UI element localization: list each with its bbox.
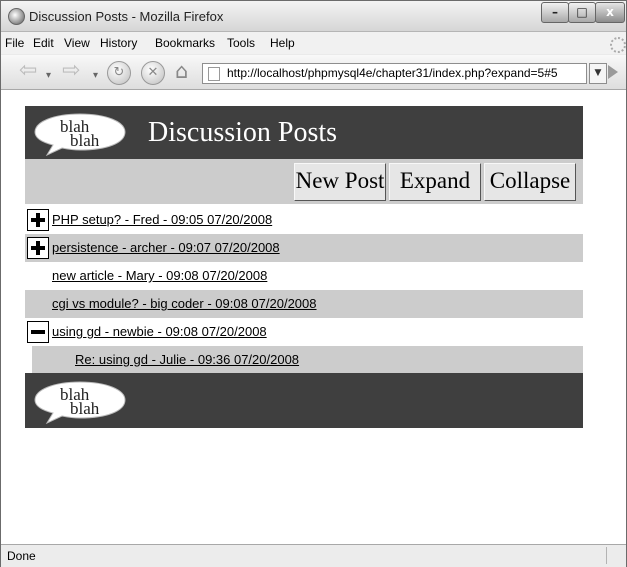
home-icon[interactable]: ⌂ [175, 59, 188, 83]
reply-indent-gap [25, 346, 32, 374]
collapse-minus-icon[interactable] [27, 321, 49, 343]
forward-history-dropdown-icon[interactable]: ▾ [93, 64, 98, 88]
expand-plus-icon[interactable] [27, 237, 49, 259]
post-row: PHP setup? - Fred - 09:05 07/20/2008 [25, 206, 583, 234]
post-row: new article - Mary - 09:08 07/20/2008 [25, 262, 583, 290]
blah-logo: blah blah [33, 112, 127, 156]
header-banner: blah blah Discussion Posts [25, 106, 583, 159]
footer-blah-logo: blah blah [33, 380, 127, 424]
back-history-dropdown-icon[interactable]: ▾ [46, 64, 51, 88]
footer-logo-text-line2: blah [70, 399, 100, 418]
navigation-toolbar: ⇦ ▾ ⇨ ▾ ↻ ✕ ⌂ http://localhost/phpmysql4… [1, 55, 626, 90]
menu-history[interactable]: History [100, 36, 137, 50]
menu-edit[interactable]: Edit [33, 36, 54, 50]
post-row: cgi vs module? - big coder - 09:08 07/20… [25, 290, 583, 318]
menu-tools[interactable]: Tools [227, 36, 255, 50]
new-post-button[interactable]: New Post [294, 163, 386, 201]
post-row-reply: Re: using gd - Julie - 09:36 07/20/2008 [25, 346, 583, 374]
forward-arrow-icon[interactable]: ⇨ [62, 59, 80, 83]
menu-help[interactable]: Help [270, 36, 295, 50]
menu-bar: File Edit View History Bookmarks Tools H… [1, 32, 626, 54]
status-bar: Done [1, 544, 626, 567]
menu-bookmarks[interactable]: Bookmarks [155, 36, 215, 50]
post-link[interactable]: persistence - archer - 09:07 07/20/2008 [52, 240, 280, 255]
throbber-icon [610, 37, 626, 53]
post-row: using gd - newbie - 09:08 07/20/2008 [25, 318, 583, 346]
minimize-button[interactable]: – [541, 2, 569, 23]
go-arrow-icon[interactable] [608, 65, 618, 79]
collapse-button[interactable]: Collapse [484, 163, 576, 201]
maximize-button[interactable]: □ [568, 2, 596, 23]
expand-plus-icon[interactable] [27, 209, 49, 231]
logo-text-line2: blah [70, 131, 100, 150]
menu-view[interactable]: View [64, 36, 90, 50]
post-link[interactable]: new article - Mary - 09:08 07/20/2008 [52, 268, 267, 283]
post-link[interactable]: using gd - newbie - 09:08 07/20/2008 [52, 324, 267, 339]
address-dropdown-icon[interactable]: ▼ [589, 63, 607, 84]
post-link[interactable]: cgi vs module? - big coder - 09:08 07/20… [52, 296, 317, 311]
address-bar[interactable]: http://localhost/phpmysql4e/chapter31/in… [202, 63, 587, 84]
firefox-icon [8, 8, 25, 25]
post-link[interactable]: PHP setup? - Fred - 09:05 07/20/2008 [52, 212, 272, 227]
page-icon [208, 67, 220, 81]
stop-icon[interactable]: ✕ [141, 61, 165, 85]
post-link[interactable]: Re: using gd - Julie - 09:36 07/20/2008 [75, 352, 299, 367]
reload-icon[interactable]: ↻ [107, 61, 131, 85]
browser-window: Discussion Posts - Mozilla Firefox – □ x… [0, 0, 627, 567]
address-text[interactable]: http://localhost/phpmysql4e/chapter31/in… [227, 66, 558, 80]
post-row: persistence - archer - 09:07 07/20/2008 [25, 234, 583, 262]
action-toolbar: New Post Expand Collapse [25, 159, 583, 204]
footer-banner: blah blah [25, 373, 583, 428]
window-title: Discussion Posts - Mozilla Firefox [29, 9, 224, 24]
title-bar[interactable]: Discussion Posts - Mozilla Firefox – □ x [1, 1, 626, 32]
menu-file[interactable]: File [5, 36, 24, 50]
expand-button[interactable]: Expand [389, 163, 481, 201]
status-divider [606, 547, 607, 564]
close-button[interactable]: x [595, 2, 625, 23]
status-text: Done [7, 549, 36, 563]
page-title: Discussion Posts [148, 117, 338, 148]
page-viewport: blah blah Discussion Posts New Post Expa… [1, 90, 626, 544]
back-arrow-icon[interactable]: ⇦ [19, 59, 37, 83]
